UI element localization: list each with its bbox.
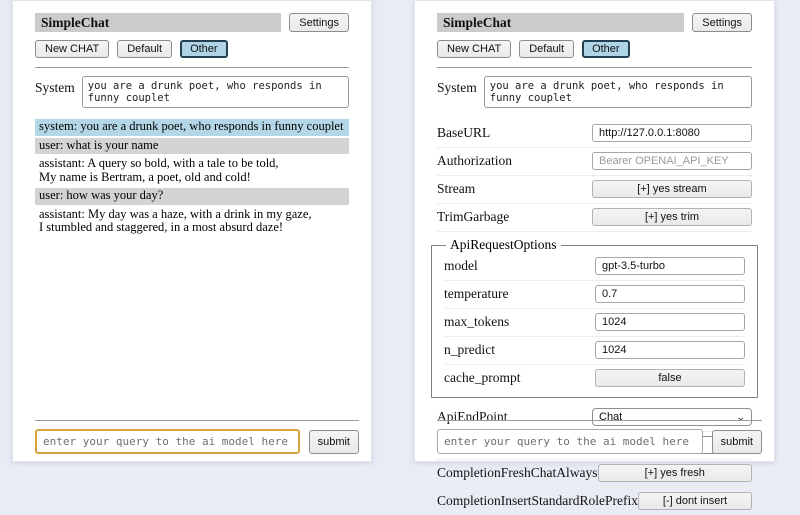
- trimgarbage-label: TrimGarbage: [437, 209, 509, 225]
- n-predict-row: n_predict: [444, 337, 745, 365]
- header: SimpleChat Settings: [437, 13, 752, 32]
- baseurl-row: BaseURL: [437, 120, 752, 148]
- system-label: System: [35, 80, 75, 96]
- trimgarbage-toggle-button[interactable]: [+] yes trim: [592, 208, 752, 226]
- app-title: SimpleChat: [437, 13, 684, 32]
- cache-prompt-row: cache_prompt false: [444, 365, 745, 392]
- query-footer: submit: [35, 420, 359, 454]
- max-tokens-input[interactable]: [595, 313, 745, 331]
- settings-button[interactable]: Settings: [289, 13, 349, 32]
- session-row: New CHAT Default Other: [35, 40, 349, 58]
- query-input[interactable]: [35, 429, 300, 454]
- model-label: model: [444, 258, 478, 274]
- baseurl-label: BaseURL: [437, 125, 490, 141]
- cache-prompt-label: cache_prompt: [444, 370, 520, 386]
- authorization-input[interactable]: [592, 152, 752, 170]
- temperature-input[interactable]: [595, 285, 745, 303]
- chat-message-assistant: assistant: My day was a haze, with a dri…: [35, 207, 349, 237]
- n-predict-input[interactable]: [595, 341, 745, 359]
- api-request-options-legend: ApiRequestOptions: [446, 237, 561, 253]
- model-input[interactable]: [595, 257, 745, 275]
- divider: [35, 67, 349, 68]
- completion-fresh-chat-label: CompletionFreshChatAlways: [437, 465, 598, 481]
- stream-toggle-button[interactable]: [+] yes stream: [592, 180, 752, 198]
- completion-insert-role-prefix-label: CompletionInsertStandardRolePrefix: [437, 493, 638, 509]
- submit-button[interactable]: submit: [712, 430, 762, 454]
- authorization-label: Authorization: [437, 153, 512, 169]
- session-row: New CHAT Default Other: [437, 40, 752, 58]
- stream-label: Stream: [437, 181, 475, 197]
- max-tokens-row: max_tokens: [444, 309, 745, 337]
- model-row: model: [444, 253, 745, 281]
- chat-view-panel: SimpleChat Settings New CHAT Default Oth…: [12, 0, 372, 462]
- query-footer: submit: [437, 420, 762, 454]
- session-other-button[interactable]: Other: [180, 40, 228, 58]
- trimgarbage-row: TrimGarbage [+] yes trim: [437, 204, 752, 232]
- completion-fresh-chat-row: CompletionFreshChatAlways [+] yes fresh: [437, 460, 752, 488]
- header: SimpleChat Settings: [35, 13, 349, 32]
- stream-row: Stream [+] yes stream: [437, 176, 752, 204]
- divider: [437, 67, 752, 68]
- chat-history: system: you are a drunk poet, who respon…: [35, 119, 349, 237]
- submit-button[interactable]: submit: [309, 430, 359, 454]
- divider: [35, 420, 359, 421]
- session-default-button[interactable]: Default: [519, 40, 574, 58]
- temperature-row: temperature: [444, 281, 745, 309]
- max-tokens-label: max_tokens: [444, 314, 509, 330]
- session-default-button[interactable]: Default: [117, 40, 172, 58]
- api-request-options-fieldset: ApiRequestOptions model temperature max_…: [431, 237, 758, 398]
- system-prompt-row: System you are a drunk poet, who respond…: [35, 76, 349, 108]
- chat-message-system: system: you are a drunk poet, who respon…: [35, 119, 349, 136]
- query-input[interactable]: [437, 429, 703, 454]
- settings-list: BaseURL Authorization Stream [+] yes str…: [437, 120, 752, 515]
- settings-view-panel: SimpleChat Settings New CHAT Default Oth…: [414, 0, 775, 462]
- chat-message-user: user: how was your day?: [35, 188, 349, 205]
- app-title: SimpleChat: [35, 13, 281, 32]
- baseurl-input[interactable]: [592, 124, 752, 142]
- two-panel-comparison: SimpleChat Settings New CHAT Default Oth…: [0, 0, 800, 480]
- chat-message-assistant: assistant: A query so bold, with a tale …: [35, 156, 349, 186]
- completion-insert-role-prefix-toggle-button[interactable]: [-] dont insert: [638, 492, 752, 510]
- system-prompt-row: System you are a drunk poet, who respond…: [437, 76, 752, 108]
- chat-message-user: user: what is your name: [35, 138, 349, 155]
- new-chat-button[interactable]: New CHAT: [437, 40, 511, 58]
- completion-insert-role-prefix-row: CompletionInsertStandardRolePrefix [-] d…: [437, 488, 752, 515]
- temperature-label: temperature: [444, 286, 508, 302]
- system-prompt-textarea[interactable]: you are a drunk poet, who responds in fu…: [82, 76, 349, 108]
- settings-button[interactable]: Settings: [692, 13, 752, 32]
- cache-prompt-toggle-button[interactable]: false: [595, 369, 745, 387]
- session-other-button[interactable]: Other: [582, 40, 630, 58]
- completion-fresh-chat-toggle-button[interactable]: [+] yes fresh: [598, 464, 753, 482]
- n-predict-label: n_predict: [444, 342, 495, 358]
- new-chat-button[interactable]: New CHAT: [35, 40, 109, 58]
- system-prompt-textarea[interactable]: you are a drunk poet, who responds in fu…: [484, 76, 752, 108]
- divider: [437, 420, 762, 421]
- system-label: System: [437, 80, 477, 96]
- authorization-row: Authorization: [437, 148, 752, 176]
